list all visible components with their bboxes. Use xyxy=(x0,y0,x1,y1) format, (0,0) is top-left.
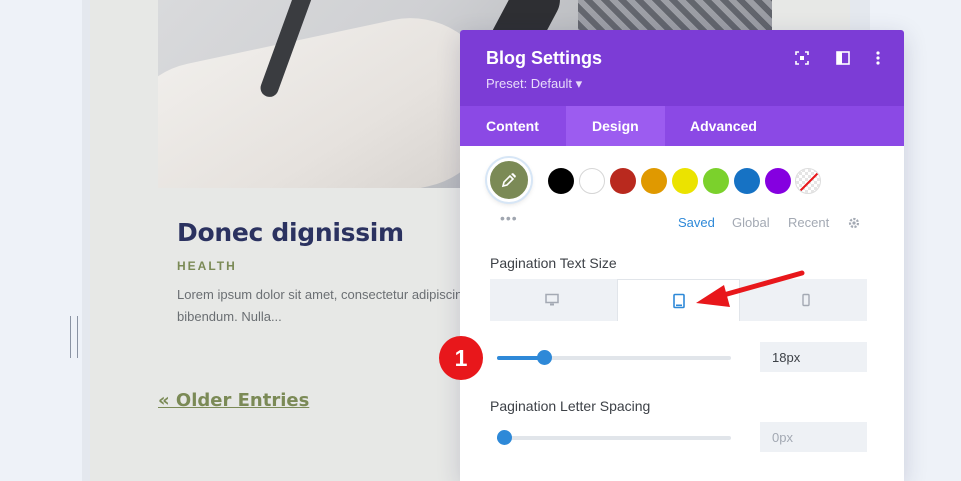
color-swatch[interactable] xyxy=(672,168,698,194)
step-number-badge: 1 xyxy=(439,336,483,380)
tab-content[interactable]: Content xyxy=(460,106,565,146)
text-size-slider[interactable] xyxy=(497,350,731,365)
excerpt-line: Lorem ipsum dolor sit amet, consectetur … xyxy=(177,287,462,302)
pagination-text-size-label: Pagination Text Size xyxy=(490,255,617,271)
panel-header[interactable]: Blog Settings Preset: Default ▾ xyxy=(460,30,904,106)
post-title[interactable]: Donec dignissim xyxy=(177,218,404,247)
color-swatch[interactable] xyxy=(734,168,760,194)
eyedropper-icon xyxy=(501,173,516,188)
pointer-arrow-icon xyxy=(696,270,805,307)
older-entries-link[interactable]: « Older Entries xyxy=(158,390,309,411)
color-tab-recent[interactable]: Recent xyxy=(788,215,829,230)
color-swatch[interactable] xyxy=(641,168,667,194)
blog-settings-panel: Blog Settings Preset: Default ▾ Content … xyxy=(460,30,904,481)
panel-title: Blog Settings xyxy=(486,48,602,68)
split-view-icon[interactable] xyxy=(835,50,853,68)
preset-dropdown[interactable]: Preset: Default ▾ xyxy=(486,76,582,92)
more-options-icon[interactable] xyxy=(870,50,888,68)
tab-design[interactable]: Design xyxy=(566,106,665,146)
letter-spacing-slider[interactable] xyxy=(497,430,731,445)
no-color-swatch[interactable] xyxy=(795,168,821,194)
post-category[interactable]: HEALTH xyxy=(177,259,237,273)
resize-handle[interactable] xyxy=(70,316,78,358)
more-colors-icon[interactable]: ••• xyxy=(500,210,518,226)
tab-advanced[interactable]: Advanced xyxy=(664,106,783,146)
color-tab-saved[interactable]: Saved xyxy=(678,215,715,230)
desktop-icon xyxy=(544,293,559,306)
gear-icon[interactable] xyxy=(847,216,861,230)
post-excerpt: Lorem ipsum dolor sit amet, consectetur … xyxy=(177,284,462,328)
color-swatch[interactable] xyxy=(765,168,791,194)
color-tab-global[interactable]: Global xyxy=(732,215,770,230)
color-swatch[interactable] xyxy=(548,168,574,194)
color-swatch[interactable] xyxy=(703,168,729,194)
panel-tabs: Content Design Advanced xyxy=(460,106,904,146)
excerpt-line: bibendum. Nulla... xyxy=(177,309,282,324)
text-size-input[interactable] xyxy=(760,342,867,372)
panel-content: ••• Saved Global Recent Pagination Text … xyxy=(460,146,904,481)
color-picker-button[interactable] xyxy=(487,158,531,202)
slider-thumb[interactable] xyxy=(536,350,552,365)
pagination-letter-spacing-label: Pagination Letter Spacing xyxy=(490,398,651,414)
device-tabs xyxy=(490,279,867,321)
tablet-icon xyxy=(672,293,685,308)
color-swatch[interactable] xyxy=(579,168,605,194)
letter-spacing-input[interactable] xyxy=(760,422,867,452)
slider-thumb[interactable] xyxy=(497,430,513,445)
color-swatch[interactable] xyxy=(610,168,636,194)
expand-icon[interactable] xyxy=(794,50,812,68)
device-tab-desktop[interactable] xyxy=(490,279,613,321)
